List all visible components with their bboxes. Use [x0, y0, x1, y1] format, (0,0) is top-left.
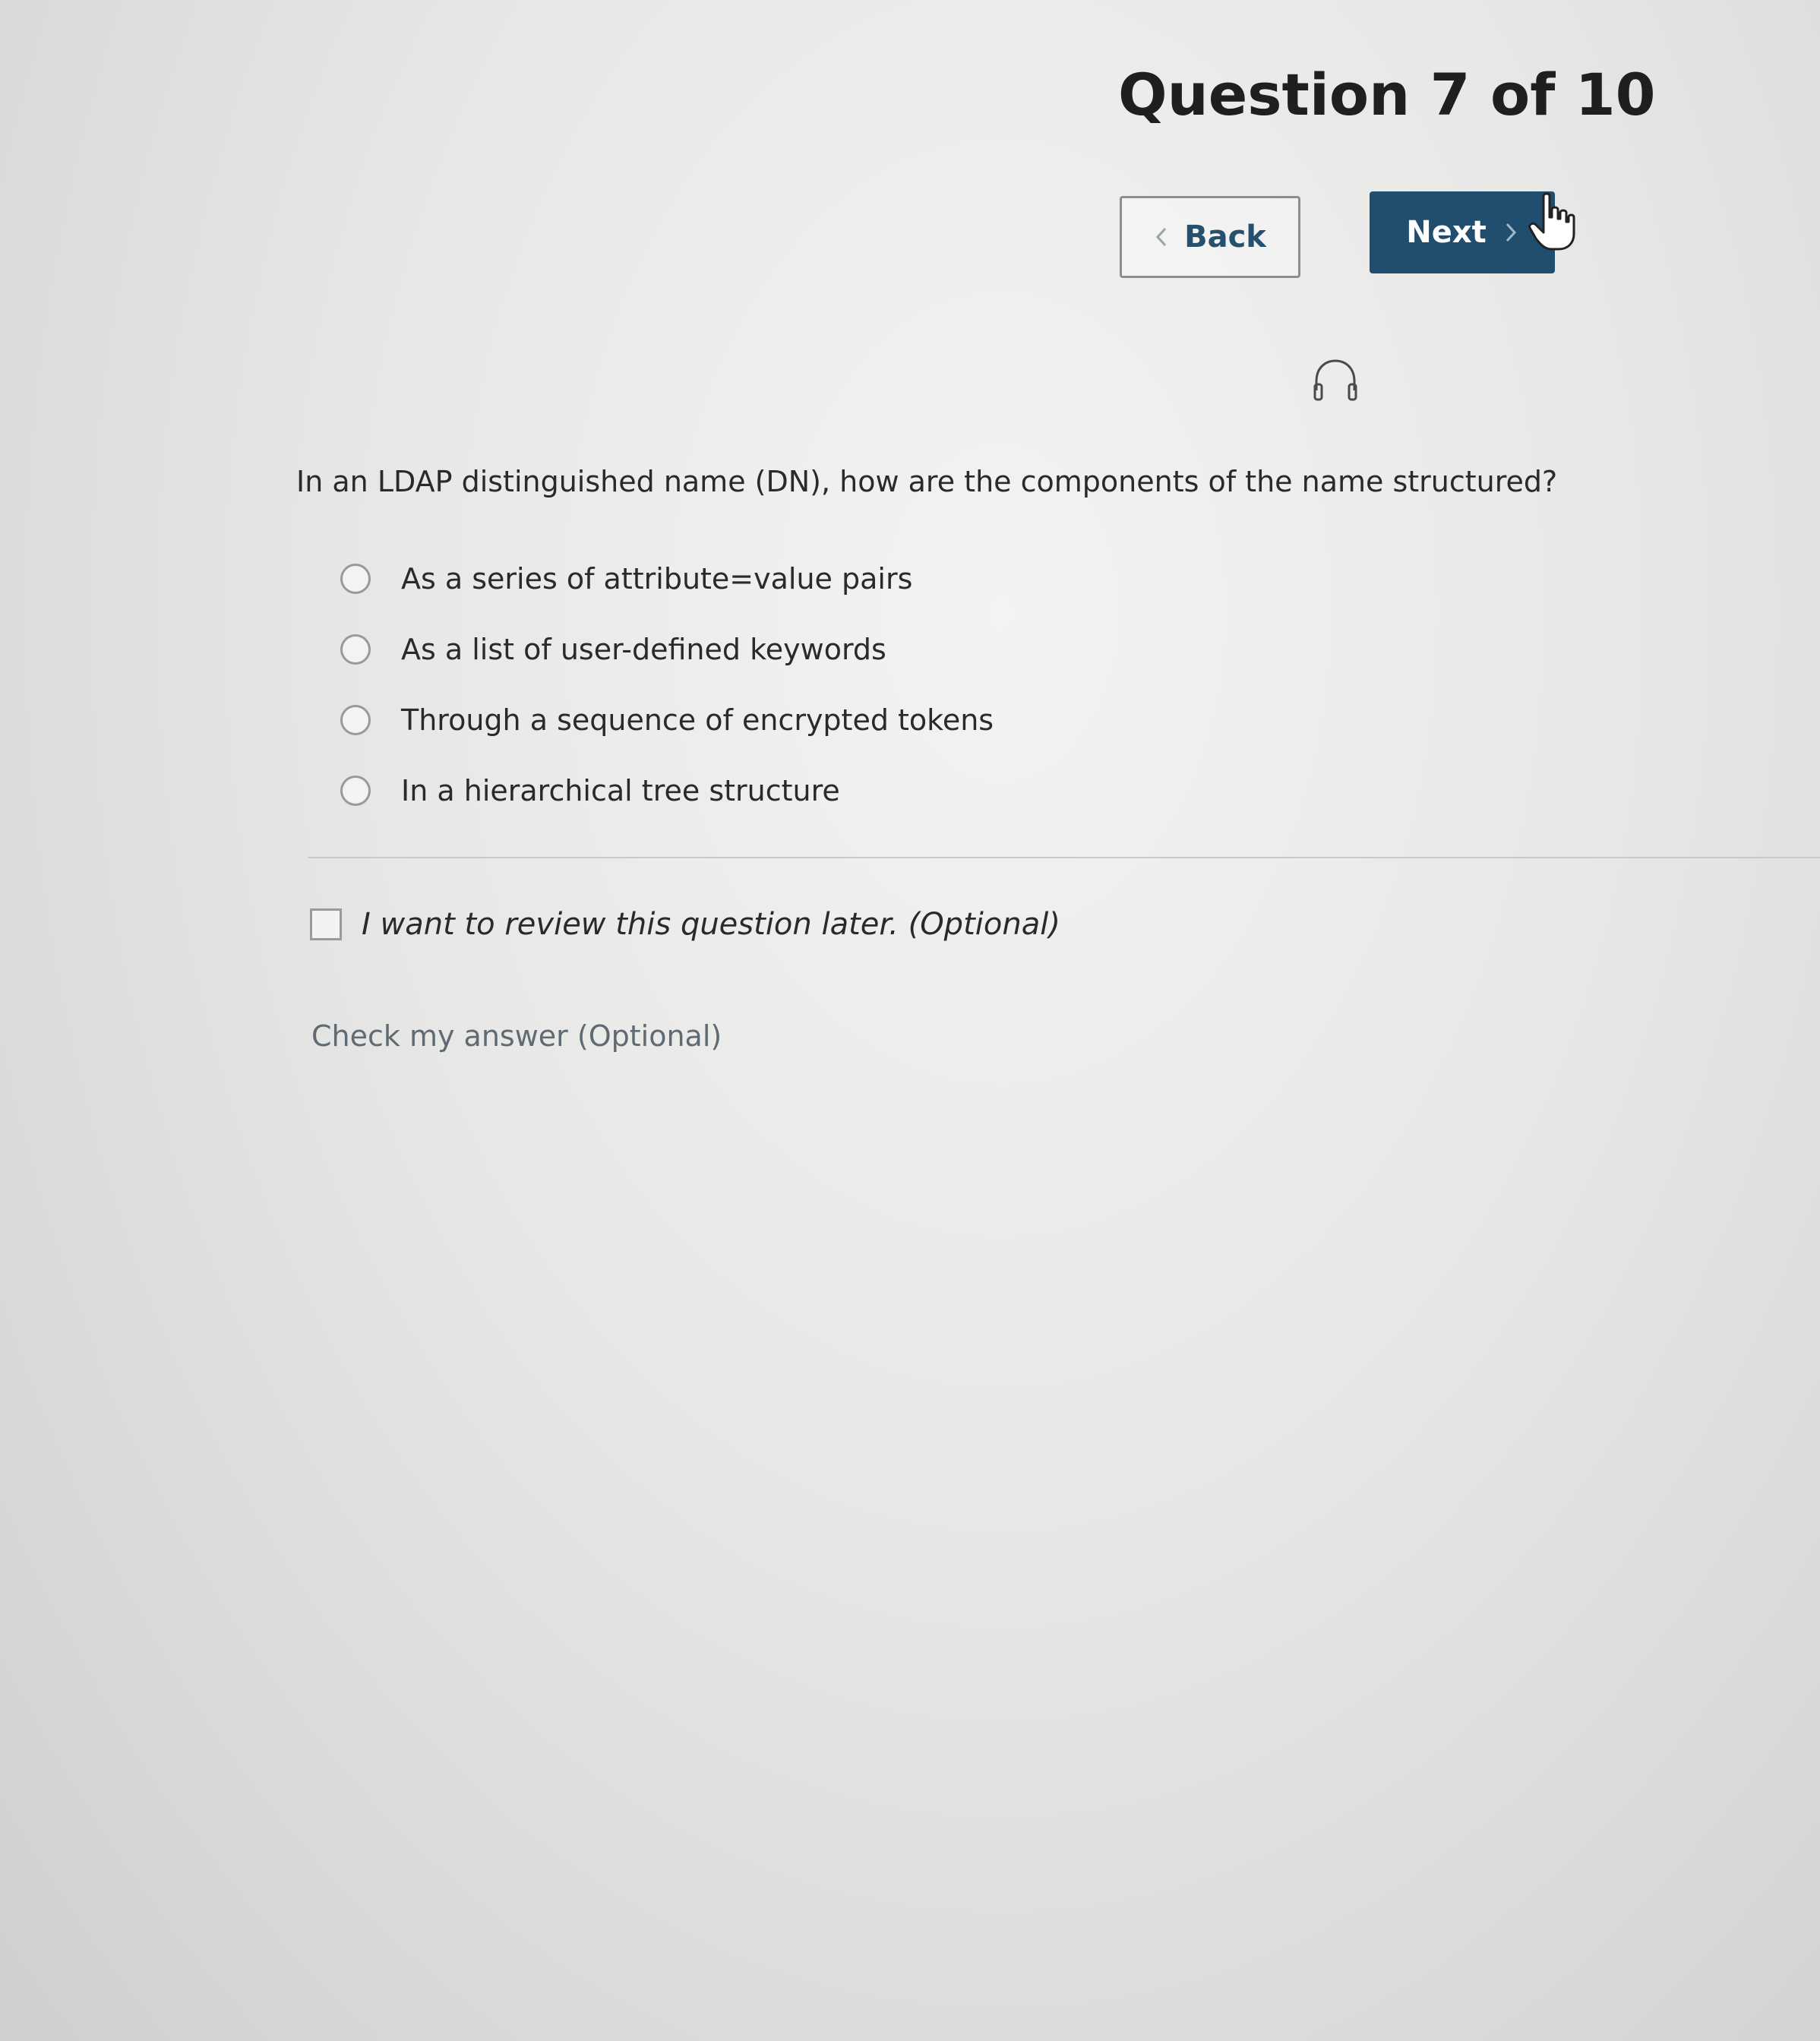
chevron-right-icon [1503, 221, 1518, 244]
question-text: In an LDAP distinguished name (DN), how … [296, 465, 1558, 498]
answer-option-label: Through a sequence of encrypted tokens [401, 703, 994, 737]
answer-option-label: As a series of attribute=value pairs [401, 561, 913, 596]
hand-pointer-icon [1527, 191, 1577, 252]
review-later-toggle[interactable]: I want to review this question later. (O… [310, 907, 1060, 942]
section-divider [308, 857, 1820, 858]
answer-options: As a series of attribute=value pairs As … [340, 543, 994, 826]
next-button-label: Next [1406, 215, 1487, 250]
answer-option-1[interactable]: As a series of attribute=value pairs [340, 543, 994, 614]
quiz-page: Question 7 of 10 Back Next In an LDAP di… [0, 0, 1820, 2041]
chevron-left-icon [1154, 226, 1169, 248]
radio-button[interactable] [340, 563, 371, 594]
review-later-checkbox[interactable] [310, 908, 342, 940]
answer-option-3[interactable]: Through a sequence of encrypted tokens [340, 684, 994, 755]
back-button-label: Back [1184, 220, 1266, 254]
answer-option-4[interactable]: In a hierarchical tree structure [340, 755, 994, 826]
answer-option-2[interactable]: As a list of user-defined keywords [340, 614, 994, 684]
radio-button[interactable] [340, 775, 371, 806]
radio-button[interactable] [340, 633, 371, 665]
headphones-icon[interactable] [1310, 357, 1360, 404]
back-button[interactable]: Back [1120, 196, 1300, 278]
answer-option-label: As a list of user-defined keywords [401, 632, 886, 666]
radio-button[interactable] [340, 704, 371, 735]
check-answer-link[interactable]: Check my answer (Optional) [311, 1019, 722, 1053]
review-later-label: I want to review this question later. (O… [362, 907, 1060, 942]
page-title: Question 7 of 10 [1118, 61, 1656, 128]
answer-option-label: In a hierarchical tree structure [401, 773, 840, 807]
